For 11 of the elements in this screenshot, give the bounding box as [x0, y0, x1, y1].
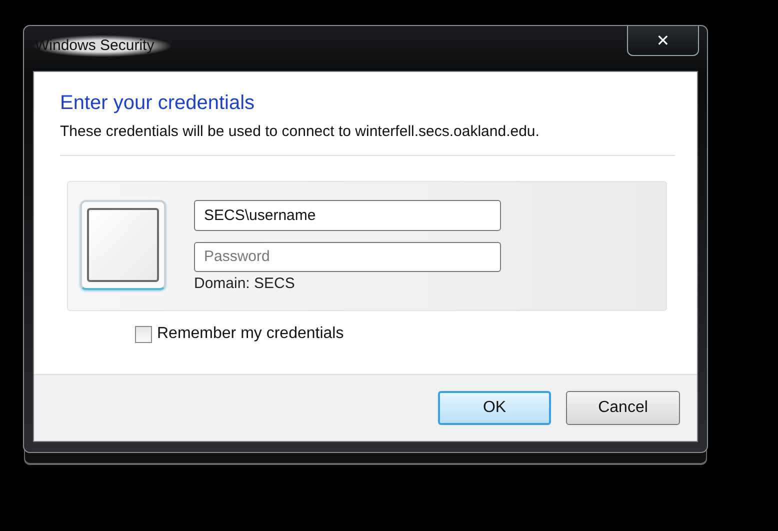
username-field[interactable]: SECS\username: [194, 200, 501, 230]
user-tile-icon: [80, 200, 166, 290]
dialog-button[interactable]: Cancel: [566, 391, 680, 425]
close-button[interactable]: ✕: [627, 26, 699, 56]
dialog-description: These credentials will be used to connect to winterfell.secs.oakland.edu.: [60, 123, 540, 140]
domain-label: Domain: SECS: [194, 275, 296, 292]
remember-label: Remember my credentials: [157, 325, 344, 343]
password-field[interactable]: Password: [194, 242, 501, 272]
remember-checkbox[interactable]: [135, 326, 152, 342]
dialog-heading: Enter your credentials: [60, 92, 256, 115]
default-button[interactable]: OK: [438, 391, 551, 425]
